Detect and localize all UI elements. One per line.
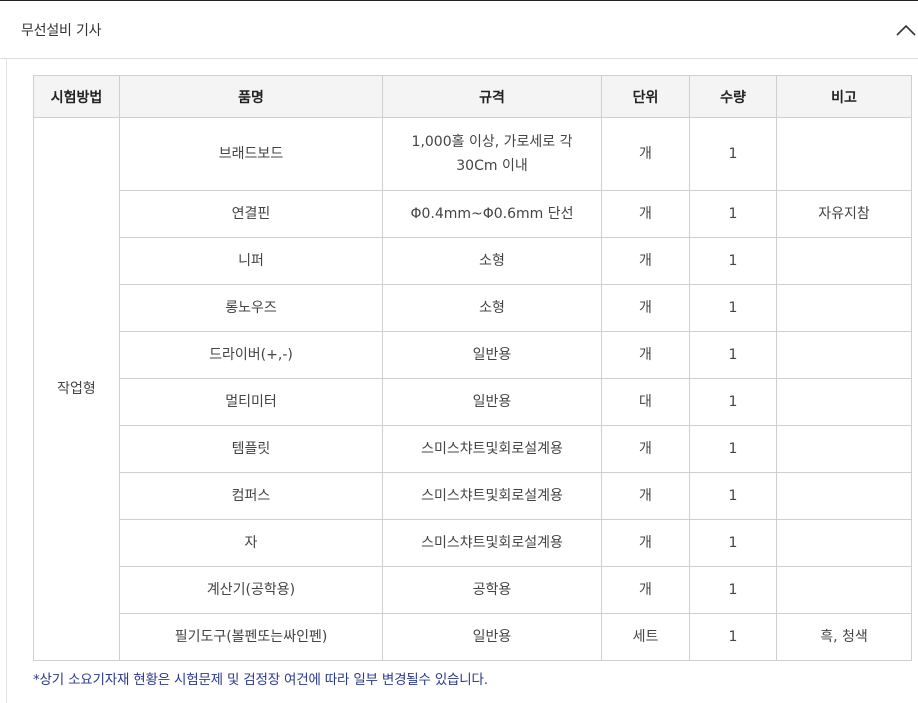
item-qty: 1 [689, 378, 777, 426]
item-unit: 개 [601, 519, 690, 567]
item-name: 자 [119, 519, 383, 567]
table-header-row: 시험방법 품명 규격 단위 수량 비고 [33, 75, 912, 118]
table-row: 드라이버(+,-) 일반용 개 1 [34, 331, 912, 379]
table-row: 계산기(공학용) 공학용 개 1 [34, 566, 912, 614]
item-note: 자유지참 [776, 190, 912, 238]
accordion-header[interactable]: 무선설비 기사 [0, 1, 918, 59]
accordion-body: 시험방법 품명 규격 단위 수량 비고 작업형 브래드보드 1,000홀 이상,… [6, 59, 918, 703]
item-note [776, 425, 912, 473]
item-name: 컴퍼스 [119, 472, 383, 520]
table-row: 롱노우즈 소형 개 1 [34, 284, 912, 332]
item-qty: 1 [689, 117, 777, 191]
item-spec: 일반용 [382, 378, 602, 426]
table-row: 자 스미스챠트및회로설계용 개 1 [34, 519, 912, 567]
item-unit: 세트 [601, 613, 690, 661]
table-row: 작업형 브래드보드 1,000홀 이상, 가로세로 각 30Cm 이내 개 1 [33, 117, 912, 661]
item-unit: 개 [601, 284, 690, 332]
item-name: 롱노우즈 [119, 284, 383, 332]
item-note [776, 566, 912, 614]
item-note: 흑, 청색 [776, 613, 912, 661]
item-spec: 일반용 [382, 331, 602, 379]
col-header-name: 품명 [119, 75, 383, 118]
accordion-panel: 무선설비 기사 시험방법 품명 규격 단위 수량 비고 작업형 브래드보드 1,… [0, 0, 918, 703]
item-note [776, 378, 912, 426]
item-unit: 개 [601, 566, 690, 614]
method-cell: 작업형 [33, 117, 120, 661]
item-unit: 대 [601, 378, 690, 426]
item-qty: 1 [689, 566, 777, 614]
item-qty: 1 [689, 425, 777, 473]
item-spec: 소형 [382, 284, 602, 332]
item-qty: 1 [689, 613, 777, 661]
table-row: 필기도구(볼펜또는싸인펜) 일반용 세트 1 흑, 청색 [34, 613, 912, 661]
item-unit: 개 [601, 472, 690, 520]
item-name: 계산기(공학용) [119, 566, 383, 614]
accordion-title: 무선설비 기사 [21, 23, 102, 39]
col-header-unit: 단위 [601, 75, 690, 118]
item-name: 필기도구(볼펜또는싸인펜) [119, 613, 383, 661]
item-qty: 1 [689, 519, 777, 567]
item-name: 브래드보드 [119, 117, 383, 191]
item-name: 템플릿 [119, 425, 383, 473]
table-row: 컴퍼스 스미스챠트및회로설계용 개 1 [34, 472, 912, 520]
item-note [776, 284, 912, 332]
table-row: 템플릿 스미스챠트및회로설계용 개 1 [34, 425, 912, 473]
item-note [776, 472, 912, 520]
item-qty: 1 [689, 237, 777, 285]
col-header-spec: 규격 [382, 75, 602, 118]
col-header-method: 시험방법 [33, 75, 120, 118]
item-spec: 공학용 [382, 566, 602, 614]
item-name: 드라이버(+,-) [119, 331, 383, 379]
item-unit: 개 [601, 331, 690, 379]
item-qty: 1 [689, 331, 777, 379]
item-unit: 개 [601, 190, 690, 238]
footnote-text: *상기 소요기자재 현황은 시험문제 및 검정장 여건에 따라 일부 변경될수 … [33, 672, 488, 688]
item-spec: 스미스챠트및회로설계용 [382, 425, 602, 473]
item-spec: 일반용 [382, 613, 602, 661]
item-spec: 스미스챠트및회로설계용 [382, 519, 602, 567]
col-header-note: 비고 [776, 75, 912, 118]
item-spec: 스미스챠트및회로설계용 [382, 472, 602, 520]
item-name: 니퍼 [119, 237, 383, 285]
item-spec: 소형 [382, 237, 602, 285]
item-qty: 1 [689, 284, 777, 332]
item-note [776, 237, 912, 285]
item-spec: Φ0.4mm~Φ0.6mm 단선 [382, 190, 602, 238]
col-header-qty: 수량 [689, 75, 777, 118]
item-unit: 개 [601, 117, 690, 191]
item-spec: 1,000홀 이상, 가로세로 각 30Cm 이내 [382, 117, 602, 191]
table-row: 멀티미터 일반용 대 1 [34, 378, 912, 426]
table-row: 니퍼 소형 개 1 [34, 237, 912, 285]
chevron-up-icon[interactable] [894, 18, 918, 42]
item-note [776, 519, 912, 567]
table-row: 연결핀 Φ0.4mm~Φ0.6mm 단선 개 1 자유지참 [34, 190, 912, 238]
item-note [776, 331, 912, 379]
item-name: 멀티미터 [119, 378, 383, 426]
item-note [776, 117, 912, 191]
item-qty: 1 [689, 190, 777, 238]
item-name: 연결핀 [119, 190, 383, 238]
item-unit: 개 [601, 237, 690, 285]
item-qty: 1 [689, 472, 777, 520]
item-unit: 개 [601, 425, 690, 473]
equipment-table: 시험방법 품명 규격 단위 수량 비고 작업형 브래드보드 1,000홀 이상,… [33, 75, 912, 661]
